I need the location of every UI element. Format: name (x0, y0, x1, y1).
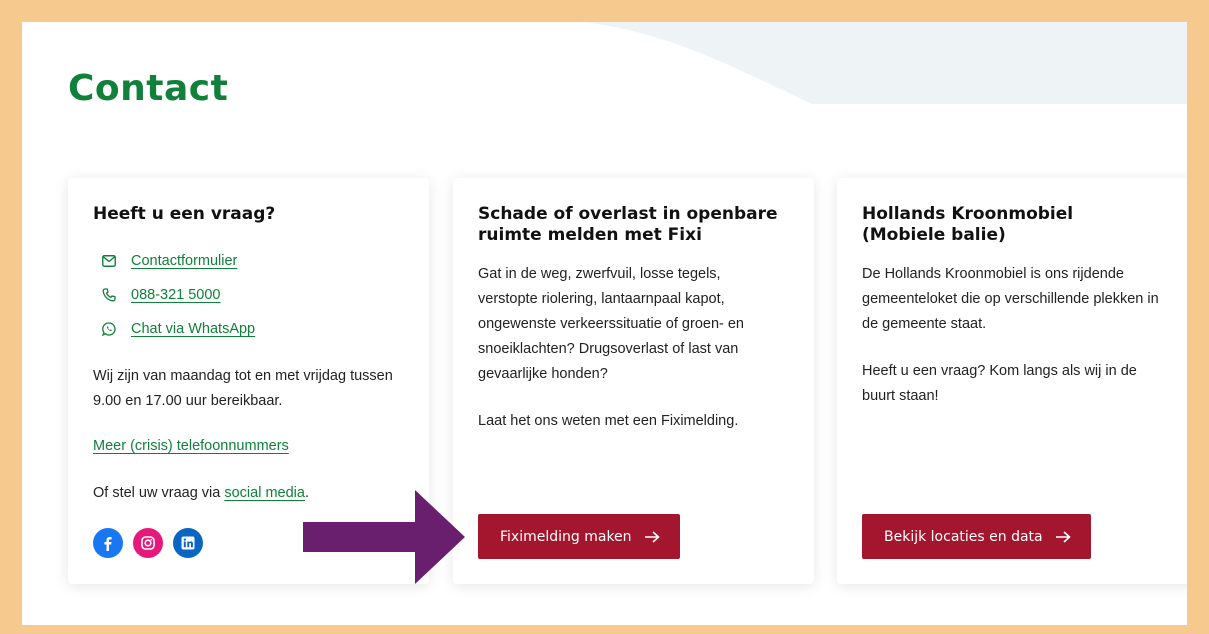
fixi-description: Gat in de weg, zwerfvuil, losse tegels, … (478, 262, 778, 434)
social-icons (93, 528, 203, 558)
contact-item-whatsapp: Chat via WhatsApp (93, 312, 255, 346)
contact-item-form: Contactformulier (93, 244, 255, 278)
kroonmobiel-card: Hollands Kroonmobiel (Mobiele balie) De … (837, 178, 1187, 584)
whatsapp-icon (93, 322, 121, 336)
linkedin-icon[interactable] (173, 528, 203, 558)
mail-icon (93, 255, 121, 267)
arrow-right-icon (644, 530, 660, 543)
annotation-arrow (303, 490, 465, 584)
facebook-icon[interactable] (93, 528, 123, 558)
fixi-card: Schade of overlast in openbare ruimte me… (453, 178, 814, 584)
opening-hours-text: Wij zijn van maandag tot en met vrijdag … (93, 368, 393, 409)
card-title: Heeft u een vraag? (93, 204, 276, 224)
kroonmobiel-description: De Hollands Kroonmobiel is ons rijdende … (862, 262, 1162, 409)
kroonmobiel-cta-text: Heeft u een vraag? Kom langs als wij in … (862, 363, 1137, 404)
social-prefix-text: Of stel uw vraag via (93, 485, 225, 501)
instagram-icon[interactable] (133, 528, 163, 558)
card-title: Hollands Kroonmobiel (Mobiele balie) (862, 204, 1074, 245)
contact-list: Contactformulier 088-321 5000 Chat via W… (93, 244, 255, 346)
arrow-right-icon (1055, 530, 1071, 543)
whatsapp-link[interactable]: Chat via WhatsApp (131, 321, 255, 337)
card-title: Schade of overlast in openbare ruimte me… (478, 204, 778, 245)
contact-item-phone: 088-321 5000 (93, 278, 255, 312)
fixi-cta-text: Laat het ons weten met een Fiximelding. (478, 413, 739, 429)
phone-icon (93, 288, 121, 302)
social-media-paragraph: Of stel uw vraag via social media. (93, 481, 309, 506)
page-frame: Contact Heeft u een vraag? Contactformul… (22, 22, 1187, 625)
contactformulier-link[interactable]: Contactformulier (131, 253, 237, 269)
kroonmobiel-description-text: De Hollands Kroonmobiel is ons rijdende … (862, 266, 1159, 332)
bekijk-locaties-button-label: Bekijk locaties en data (884, 528, 1043, 545)
fixi-description-text: Gat in de weg, zwerfvuil, losse tegels, … (478, 266, 744, 382)
page-title: Contact (68, 68, 229, 109)
fiximelding-button[interactable]: Fiximelding maken (478, 514, 680, 559)
bekijk-locaties-button[interactable]: Bekijk locaties en data (862, 514, 1091, 559)
crisis-numbers-paragraph: Meer (crisis) telefoonnummers (93, 434, 289, 459)
social-media-link[interactable]: social media (224, 485, 305, 501)
fiximelding-button-label: Fiximelding maken (500, 528, 632, 545)
crisis-numbers-link[interactable]: Meer (crisis) telefoonnummers (93, 438, 289, 454)
phone-link[interactable]: 088-321 5000 (131, 287, 221, 303)
